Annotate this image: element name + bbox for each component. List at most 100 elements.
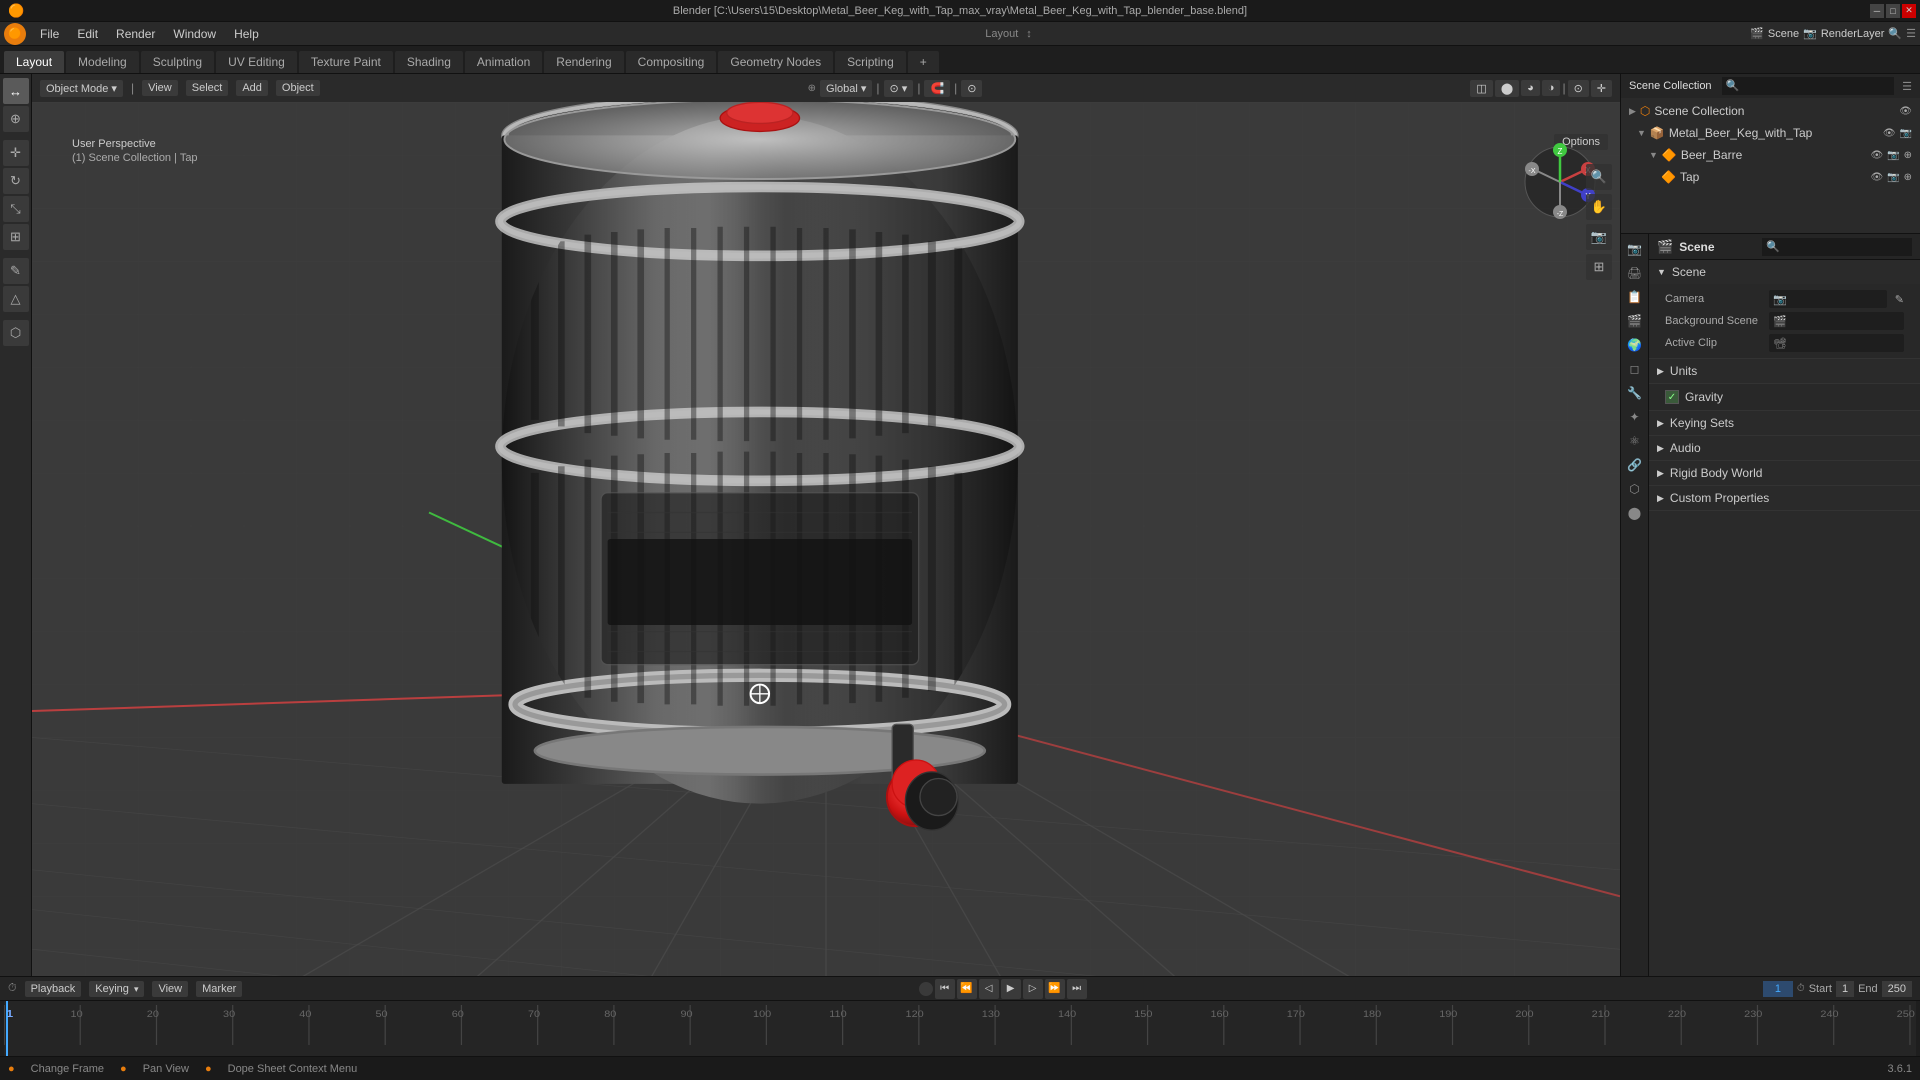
prev-keyframe-btn[interactable]: ◁ bbox=[979, 979, 999, 999]
eye-icon3[interactable]: 👁 bbox=[1870, 150, 1883, 161]
render-icon4[interactable]: 📷 bbox=[1887, 172, 1899, 183]
rigid-body-header[interactable]: ▶ Rigid Body World bbox=[1649, 461, 1920, 485]
tool-annotate[interactable]: ✎ bbox=[3, 258, 29, 284]
keying-sets-header[interactable]: ▶ Keying Sets bbox=[1649, 411, 1920, 435]
play-btn[interactable]: ▶ bbox=[1001, 979, 1021, 999]
scene-section-header[interactable]: ▼ Scene bbox=[1649, 260, 1920, 284]
menu-render[interactable]: Render bbox=[108, 25, 163, 43]
viewport-shading-render[interactable]: ◑ bbox=[1542, 80, 1561, 96]
end-frame-input[interactable]: 250 bbox=[1882, 981, 1912, 997]
camera-value[interactable]: 📷 bbox=[1769, 290, 1887, 308]
pan-icon[interactable]: ✋ bbox=[1586, 194, 1612, 220]
marker-btn[interactable]: Marker bbox=[196, 981, 242, 997]
audio-section-header[interactable]: ▶ Audio bbox=[1649, 436, 1920, 460]
tool-cursor[interactable]: ⊕ bbox=[3, 106, 29, 132]
render-icon2[interactable]: 📷 bbox=[1900, 128, 1912, 139]
camera-icon[interactable]: 📷 bbox=[1586, 224, 1612, 250]
select-menu[interactable]: Select bbox=[186, 80, 229, 96]
tab-texture-paint[interactable]: Texture Paint bbox=[299, 51, 393, 73]
object-mode-dropdown[interactable]: Object Mode ▾ bbox=[40, 80, 123, 97]
jump-start-btn[interactable]: ⏮ bbox=[935, 979, 955, 999]
tab-layout[interactable]: Layout bbox=[4, 51, 64, 73]
tool-add[interactable]: ⬡ bbox=[3, 320, 29, 346]
view-menu[interactable]: View bbox=[142, 80, 178, 96]
outliner-filter-icon[interactable]: ☰ bbox=[1902, 80, 1912, 93]
eye-icon2[interactable]: 👁 bbox=[1883, 128, 1896, 139]
playback-btn[interactable]: Playback bbox=[25, 981, 82, 997]
tab-compositing[interactable]: Compositing bbox=[626, 51, 717, 73]
next-frame-btn[interactable]: ⏩ bbox=[1045, 979, 1065, 999]
next-keyframe-btn[interactable]: ▷ bbox=[1023, 979, 1043, 999]
physics-props-icon[interactable]: ⚛ bbox=[1624, 430, 1646, 452]
outliner-search-input[interactable] bbox=[1722, 77, 1895, 95]
outliner-keg[interactable]: ▼ 📦 Metal_Beer_Keg_with_Tap 👁 📷 bbox=[1621, 122, 1920, 144]
maximize-btn[interactable]: □ bbox=[1886, 4, 1900, 18]
data-props-icon[interactable]: ⬡ bbox=[1624, 478, 1646, 500]
outliner-scene-collection[interactable]: ▶ ⬡ Scene Collection 👁 bbox=[1621, 100, 1920, 122]
layout-tab-active[interactable]: ↕ bbox=[1026, 28, 1032, 40]
active-clip-value[interactable]: 📽 bbox=[1769, 334, 1904, 352]
viewport[interactable]: Object Mode ▾ | View Select Add Object ⊕… bbox=[32, 74, 1620, 976]
viewport-shading-material[interactable]: ◕ bbox=[1521, 80, 1540, 96]
transform-icon4[interactable]: ⊕ bbox=[1904, 172, 1912, 183]
tab-scripting[interactable]: Scripting bbox=[835, 51, 906, 73]
add-menu[interactable]: Add bbox=[236, 80, 268, 96]
jump-end-btn[interactable]: ⏭ bbox=[1067, 979, 1087, 999]
viewport-3d[interactable]: User Perspective (1) Scene Collection | … bbox=[32, 102, 1620, 976]
tool-measure[interactable]: △ bbox=[3, 286, 29, 312]
tool-transform[interactable]: ⊞ bbox=[3, 224, 29, 250]
transform-pivot[interactable]: ⊙ ▾ bbox=[884, 80, 914, 97]
tool-select[interactable]: ↔ bbox=[3, 78, 29, 104]
close-btn[interactable]: ✕ bbox=[1902, 4, 1916, 18]
tab-modeling[interactable]: Modeling bbox=[66, 51, 139, 73]
menu-help[interactable]: Help bbox=[226, 25, 267, 43]
tool-scale[interactable]: ⤡ bbox=[3, 196, 29, 222]
timeline-body[interactable]: 1 10 20 30 40 50 60 70 80 bbox=[0, 1001, 1920, 1056]
scene-props-icon[interactable]: 🎬 bbox=[1624, 310, 1646, 332]
blender-logo[interactable]: 🟠 bbox=[4, 23, 26, 45]
background-scene-value[interactable]: 🎬 bbox=[1769, 312, 1904, 330]
modifier-props-icon[interactable]: 🔧 bbox=[1624, 382, 1646, 404]
eye-icon[interactable]: 👁 bbox=[1899, 106, 1912, 117]
start-frame-input[interactable]: 1 bbox=[1836, 981, 1854, 997]
tab-add[interactable]: + bbox=[908, 51, 939, 73]
world-props-icon[interactable]: 🌍 bbox=[1624, 334, 1646, 356]
snap-toggle[interactable]: 🧲 bbox=[924, 80, 950, 97]
minimize-btn[interactable]: ─ bbox=[1870, 4, 1884, 18]
current-frame-input[interactable]: 1 bbox=[1763, 981, 1793, 997]
transform-icon3[interactable]: ⊕ bbox=[1904, 150, 1912, 161]
viewport-shading-solid[interactable]: ⬤ bbox=[1495, 80, 1519, 97]
menu-window[interactable]: Window bbox=[165, 25, 224, 43]
gravity-checkbox[interactable]: ✓ bbox=[1665, 390, 1679, 404]
menu-edit[interactable]: Edit bbox=[69, 25, 106, 43]
tab-geometry-nodes[interactable]: Geometry Nodes bbox=[718, 51, 833, 73]
overlay-toggle[interactable]: ⊙ bbox=[1568, 80, 1589, 97]
tab-sculpting[interactable]: Sculpting bbox=[141, 51, 214, 73]
output-props-icon[interactable]: 🖨 bbox=[1624, 262, 1646, 284]
view-layer-icon[interactable]: 📋 bbox=[1624, 286, 1646, 308]
grid-icon[interactable]: ⊞ bbox=[1586, 254, 1612, 280]
tool-move[interactable]: ✛ bbox=[3, 140, 29, 166]
tab-uv-editing[interactable]: UV Editing bbox=[216, 51, 297, 73]
tool-rotate[interactable]: ↻ bbox=[3, 168, 29, 194]
prev-frame-btn[interactable]: ⏪ bbox=[957, 979, 977, 999]
menu-file[interactable]: File bbox=[32, 25, 67, 43]
eye-icon4[interactable]: 👁 bbox=[1870, 172, 1883, 183]
props-search-input[interactable] bbox=[1762, 238, 1912, 256]
tab-shading[interactable]: Shading bbox=[395, 51, 463, 73]
particles-props-icon[interactable]: ✦ bbox=[1624, 406, 1646, 428]
custom-props-header[interactable]: ▶ Custom Properties bbox=[1649, 486, 1920, 510]
tab-animation[interactable]: Animation bbox=[465, 51, 542, 73]
keying-btn[interactable]: Keying ▾ bbox=[89, 981, 144, 997]
gizmo-toggle[interactable]: ✛ bbox=[1591, 80, 1612, 97]
tab-rendering[interactable]: Rendering bbox=[544, 51, 623, 73]
global-dropdown[interactable]: Global ▾ bbox=[820, 80, 872, 97]
viewport-shading-wire[interactable]: ◫ bbox=[1470, 80, 1492, 97]
object-props-icon[interactable]: ◻ bbox=[1624, 358, 1646, 380]
zoom-icon[interactable]: 🔍 bbox=[1586, 164, 1612, 190]
render-props-icon[interactable]: 📷 bbox=[1624, 238, 1646, 260]
proportional-edit[interactable]: ⊙ bbox=[961, 80, 982, 97]
camera-edit-btn[interactable]: ✎ bbox=[1895, 293, 1904, 306]
outliner-barrel[interactable]: ▼ 🔶 Beer_Barre 👁 📷 ⊕ bbox=[1621, 144, 1920, 166]
view-btn[interactable]: View bbox=[152, 981, 188, 997]
